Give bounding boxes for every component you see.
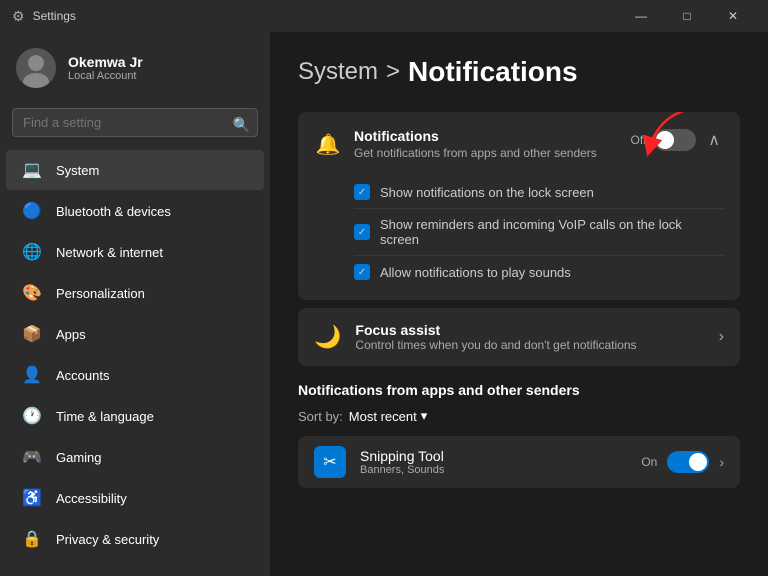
sidebar-item-apps-label: Apps — [56, 327, 86, 342]
notifications-text: Notifications Get notifications from app… — [354, 128, 597, 160]
title-bar-controls: — □ ✕ — [618, 0, 756, 32]
sort-value: Most recent — [349, 409, 417, 424]
accessibility-icon: ♿ — [22, 488, 42, 508]
notifications-card: 🔔 Notifications Get notifications from a… — [298, 112, 740, 300]
sidebar-item-network-label: Network & internet — [56, 245, 163, 260]
checkbox-lock-screen[interactable]: ✓ — [354, 184, 370, 200]
sub-item-lock-screen: ✓ Show notifications on the lock screen — [354, 176, 724, 209]
search-container: 🔍 — [0, 100, 270, 149]
close-button[interactable]: ✕ — [710, 0, 756, 32]
app-chevron-icon: › — [719, 454, 724, 470]
apps-notifications-section: Notifications from apps and other sender… — [298, 382, 740, 488]
sidebar-item-system-label: System — [56, 163, 99, 178]
sidebar-item-time[interactable]: 🕐 Time & language — [6, 396, 264, 436]
sidebar-item-apps[interactable]: 📦 Apps — [6, 314, 264, 354]
focus-assist-subtitle: Control times when you do and don't get … — [355, 338, 636, 352]
sidebar-item-gaming-label: Gaming — [56, 450, 102, 465]
personalization-icon: 🎨 — [22, 283, 42, 303]
sidebar-item-accessibility-label: Accessibility — [56, 491, 127, 506]
sidebar-item-system[interactable]: 💻 System — [6, 150, 264, 190]
sidebar-item-network[interactable]: 🌐 Network & internet — [6, 232, 264, 272]
avatar-icon — [16, 48, 56, 88]
app-toggle[interactable] — [667, 451, 709, 473]
sidebar: Okemwa Jr Local Account 🔍 💻 System 🔵 Blu… — [0, 32, 270, 576]
minimize-button[interactable]: — — [618, 0, 664, 32]
focus-assist-title: Focus assist — [355, 322, 636, 338]
nav-list: 💻 System 🔵 Bluetooth & devices 🌐 Network… — [0, 149, 270, 560]
content-area: System > Notifications 🔔 Notifications G… — [270, 32, 768, 576]
focus-assist-card[interactable]: 🌙 Focus assist Control times when you do… — [298, 308, 740, 366]
notifications-sub-items: ✓ Show notifications on the lock screen … — [298, 176, 740, 300]
checkbox-reminders[interactable]: ✓ — [354, 224, 370, 240]
sub-item-reminders-label: Show reminders and incoming VoIP calls o… — [380, 217, 724, 247]
breadcrumb-separator: > — [386, 58, 400, 86]
sidebar-item-time-label: Time & language — [56, 409, 154, 424]
breadcrumb: System > Notifications — [298, 56, 740, 88]
notification-bell-icon: 🔔 — [314, 130, 342, 158]
app-row-snipping-tool[interactable]: ✂ Snipping Tool Banners, Sounds On › — [298, 436, 740, 488]
settings-icon: ⚙ — [12, 8, 25, 25]
gaming-icon: 🎮 — [22, 447, 42, 467]
app-toggle-label: On — [641, 455, 657, 469]
title-bar-title: Settings — [33, 9, 76, 23]
checkbox-sounds[interactable]: ✓ — [354, 264, 370, 280]
sub-item-lock-screen-label: Show notifications on the lock screen — [380, 185, 594, 200]
chevron-down-icon: ▾ — [421, 408, 428, 424]
title-bar-left: ⚙ Settings — [12, 8, 76, 25]
app-name: Snipping Tool — [360, 448, 444, 464]
search-icon: 🔍 — [233, 116, 250, 133]
title-bar: ⚙ Settings — □ ✕ — [0, 0, 768, 32]
user-name: Okemwa Jr — [68, 54, 143, 70]
sidebar-item-gaming[interactable]: 🎮 Gaming — [6, 437, 264, 477]
apps-section-title: Notifications from apps and other sender… — [298, 382, 740, 398]
app-subtitle: Banners, Sounds — [360, 464, 444, 476]
notifications-controls: Off ∧ — [630, 128, 724, 152]
accounts-icon: 👤 — [22, 365, 42, 385]
sub-item-sounds: ✓ Allow notifications to play sounds — [354, 256, 724, 288]
privacy-icon: 🔒 — [22, 529, 42, 549]
sub-item-reminders: ✓ Show reminders and incoming VoIP calls… — [354, 209, 724, 256]
notifications-subtitle: Get notifications from apps and other se… — [354, 146, 597, 160]
breadcrumb-parent: System — [298, 58, 378, 86]
notifications-toggle[interactable] — [654, 129, 696, 151]
snipping-tool-icon: ✂ — [314, 446, 346, 478]
bluetooth-icon: 🔵 — [22, 201, 42, 221]
sort-label: Sort by: — [298, 409, 343, 424]
sort-dropdown[interactable]: Most recent ▾ — [349, 408, 427, 424]
app-info: Snipping Tool Banners, Sounds — [360, 448, 444, 476]
app-controls: On › — [641, 451, 724, 473]
notifications-toggle-label: Off — [630, 133, 646, 147]
sidebar-item-accounts[interactable]: 👤 Accounts — [6, 355, 264, 395]
main-layout: Okemwa Jr Local Account 🔍 💻 System 🔵 Blu… — [0, 32, 768, 576]
sort-row: Sort by: Most recent ▾ — [298, 408, 740, 424]
focus-assist-chevron-icon: › — [719, 328, 724, 346]
sidebar-item-personalization-label: Personalization — [56, 286, 145, 301]
focus-assist-icon: 🌙 — [314, 324, 341, 350]
notifications-expand-button[interactable]: ∧ — [704, 128, 724, 152]
maximize-button[interactable]: □ — [664, 0, 710, 32]
system-icon: 💻 — [22, 160, 42, 180]
sidebar-item-accessibility[interactable]: ♿ Accessibility — [6, 478, 264, 518]
sub-item-sounds-label: Allow notifications to play sounds — [380, 265, 571, 280]
apps-icon: 📦 — [22, 324, 42, 344]
notifications-title: Notifications — [354, 128, 597, 144]
sidebar-item-personalization[interactable]: 🎨 Personalization — [6, 273, 264, 313]
sidebar-item-accounts-label: Accounts — [56, 368, 109, 383]
user-profile[interactable]: Okemwa Jr Local Account — [0, 32, 270, 100]
network-icon: 🌐 — [22, 242, 42, 262]
focus-assist-text: Focus assist Control times when you do a… — [355, 322, 636, 352]
search-input[interactable] — [12, 108, 258, 137]
sidebar-item-bluetooth-label: Bluetooth & devices — [56, 204, 171, 219]
sidebar-item-privacy-label: Privacy & security — [56, 532, 159, 547]
user-info: Okemwa Jr Local Account — [68, 54, 143, 82]
toggle-knob — [656, 131, 674, 149]
notifications-header: 🔔 Notifications Get notifications from a… — [298, 112, 740, 176]
avatar — [16, 48, 56, 88]
breadcrumb-current: Notifications — [408, 56, 578, 88]
time-icon: 🕐 — [22, 406, 42, 426]
user-subtitle: Local Account — [68, 70, 143, 82]
sidebar-item-privacy[interactable]: 🔒 Privacy & security — [6, 519, 264, 559]
sidebar-item-bluetooth[interactable]: 🔵 Bluetooth & devices — [6, 191, 264, 231]
app-toggle-knob — [689, 453, 707, 471]
